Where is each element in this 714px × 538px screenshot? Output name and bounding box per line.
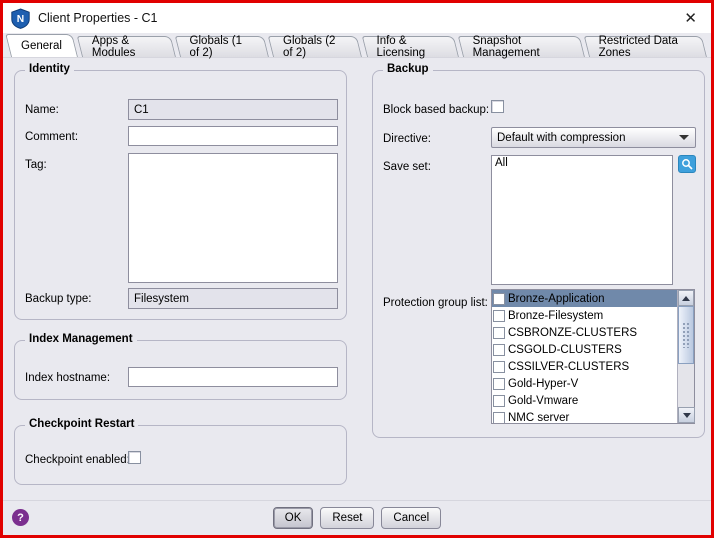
index-management-group: Index Management Index hostname: [14,340,347,400]
index-management-group-title: Index Management [25,333,137,345]
close-icon[interactable]: ✕ [680,9,701,28]
list-item[interactable]: NMC server [492,409,677,423]
list-item[interactable]: Bronze-Filesystem [492,307,677,324]
backup-group-title: Backup [383,63,433,75]
tab-bar: General Apps & Modules Globals (1 of 2) … [3,33,711,58]
directive-selected-value: Default with compression [497,132,625,144]
checkpoint-restart-group: Checkpoint Restart Checkpoint enabled: [14,425,347,485]
tab-apps-modules[interactable]: Apps & Modules [82,36,176,57]
magnifier-icon [681,158,693,170]
client-properties-window: N Client Properties - C1 ✕ General Apps … [0,0,714,538]
backup-type-label: Backup type: [25,293,91,305]
networker-shield-icon: N [11,8,30,29]
item-checkbox[interactable] [493,344,505,356]
list-item[interactable]: Gold-Vmware [492,392,677,409]
checkpoint-enabled-label: Checkpoint enabled: [25,454,130,466]
item-checkbox[interactable] [493,327,505,339]
index-hostname-input[interactable] [128,367,338,387]
save-set-textarea[interactable]: All [491,155,673,285]
backup-group: Backup Block based backup: Directive: De… [372,70,705,438]
comment-input[interactable] [128,126,338,146]
svg-text:N: N [17,14,24,25]
identity-group: Identity Name: C1 Comment: Tag: Backup t… [14,70,347,320]
comment-label: Comment: [25,131,78,143]
item-checkbox[interactable] [493,310,505,322]
item-checkbox[interactable] [493,395,505,407]
protection-group-list[interactable]: Bronze-Application Bronze-Filesystem CSB… [491,289,695,424]
chevron-down-icon [679,135,689,140]
list-item[interactable]: CSBRONZE-CLUSTERS [492,324,677,341]
block-based-backup-checkbox[interactable] [491,100,504,113]
tab-globals-1[interactable]: Globals (1 of 2) [180,36,269,57]
name-label: Name: [25,104,59,116]
general-tab-panel: Identity Name: C1 Comment: Tag: Backup t… [3,58,711,500]
item-checkbox[interactable] [493,293,505,305]
identity-group-title: Identity [25,63,74,75]
name-field: C1 [128,99,338,120]
tab-info-licensing[interactable]: Info & Licensing [367,36,459,57]
list-item[interactable]: CSGOLD-CLUSTERS [492,341,677,358]
list-item[interactable]: CSSILVER-CLUSTERS [492,358,677,375]
ok-button[interactable]: OK [273,507,314,529]
tag-textarea[interactable] [128,153,338,283]
help-icon[interactable]: ? [12,509,29,526]
cancel-button[interactable]: Cancel [381,507,441,529]
item-checkbox[interactable] [493,378,505,390]
block-based-backup-label: Block based backup: [383,104,489,116]
thumb-grip-icon [682,322,691,348]
checkpoint-enabled-checkbox[interactable] [128,451,141,464]
checkpoint-restart-group-title: Checkpoint Restart [25,418,138,430]
footer-bar: ? OK Reset Cancel [3,500,711,535]
item-checkbox[interactable] [493,361,505,373]
protection-group-items: Bronze-Application Bronze-Filesystem CSB… [492,290,677,423]
window-title: Client Properties - C1 [38,11,158,25]
tab-restricted-data-zones[interactable]: Restricted Data Zones [589,36,707,57]
list-item[interactable]: Gold-Hyper-V [492,375,677,392]
arrow-down-icon [683,413,691,418]
scroll-down-button[interactable] [678,407,695,423]
save-set-label: Save set: [383,161,431,173]
scroll-thumb[interactable] [678,306,694,364]
item-checkbox[interactable] [493,412,505,424]
list-scrollbar[interactable] [677,290,694,423]
title-bar: N Client Properties - C1 ✕ [3,3,711,33]
tag-label: Tag: [25,159,47,171]
list-item[interactable]: Bronze-Application [492,290,677,307]
protection-group-list-label: Protection group list: [383,297,488,309]
backup-type-field: Filesystem [128,288,338,309]
directive-label: Directive: [383,133,431,145]
save-set-browse-button[interactable] [678,155,696,173]
scroll-up-button[interactable] [678,290,694,306]
arrow-up-icon [682,296,690,301]
tab-snapshot-management[interactable]: Snapshot Management [463,36,585,57]
reset-button[interactable]: Reset [320,507,374,529]
tab-general[interactable]: General [11,34,78,57]
tab-globals-2[interactable]: Globals (2 of 2) [273,36,362,57]
index-hostname-label: Index hostname: [25,372,110,384]
directive-select[interactable]: Default with compression [491,127,696,148]
